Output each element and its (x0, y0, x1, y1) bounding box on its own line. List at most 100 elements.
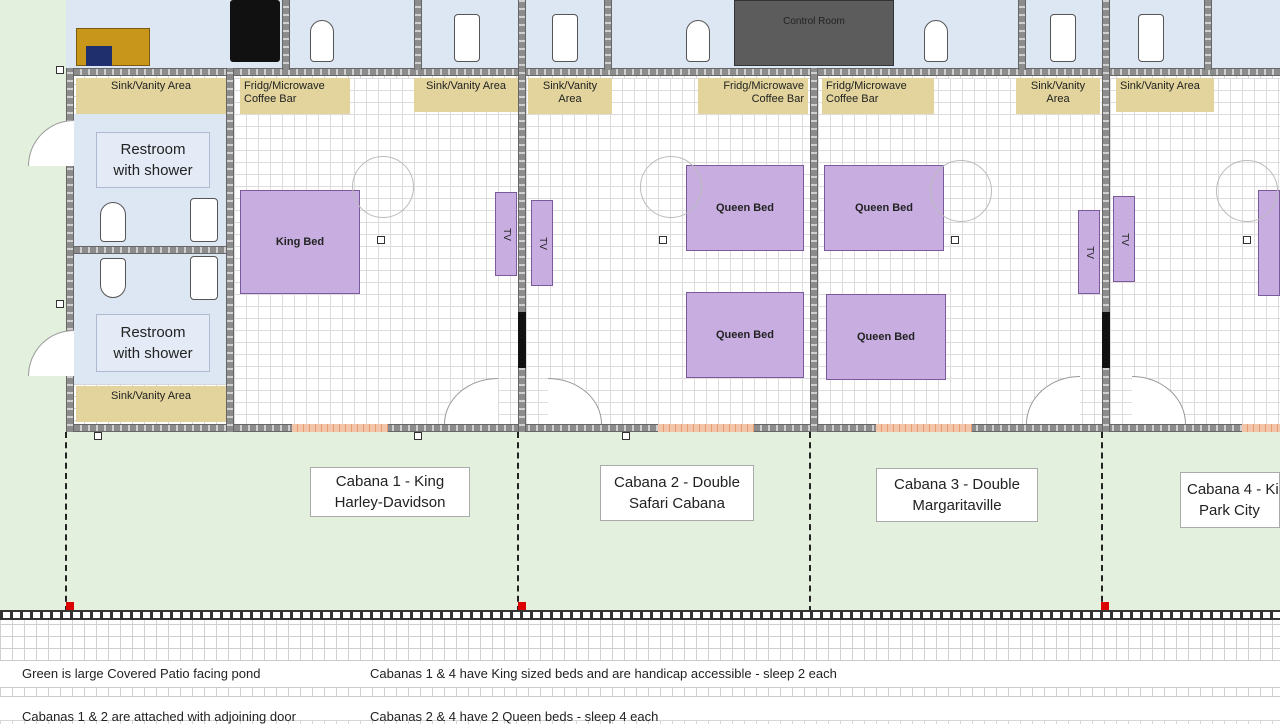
upper-wall-c (604, 0, 612, 70)
sink-vanity-restroom-bottom: Sink/Vanity Area (76, 386, 226, 422)
cabana-2-label: Cabana 2 - Double Safari Cabana (600, 465, 754, 521)
fridge-coffee-bar-3: Fridg/Microwave Coffee Bar (822, 78, 934, 114)
area-label: Area (1046, 93, 1070, 105)
fridge-coffee-bar-1: Fridg/Microwave Coffee Bar (240, 78, 350, 114)
toilet-icon (686, 20, 710, 62)
cabana-name: Cabana 3 - Double (894, 476, 1020, 493)
toilet-icon (100, 258, 126, 298)
queen-bed: Queen Bed (686, 292, 804, 378)
cabana-4-label: Cabana 4 - Kin Park City (1180, 472, 1280, 528)
coffee-label: Coffee Bar (244, 93, 297, 105)
bed-label: Queen Bed (715, 329, 775, 341)
patio-divider (65, 432, 67, 612)
selection-handle[interactable] (56, 66, 64, 74)
shower-icon (454, 14, 480, 62)
upper-wall-a (282, 0, 290, 70)
note-queen: Cabanas 2 & 4 have 2 Queen beds - sleep … (370, 709, 659, 724)
king-bed: King Bed (240, 190, 360, 294)
sink-vanity-3: Sink/Vanity Area (1016, 78, 1100, 114)
queen-bed: Queen Bed (826, 294, 946, 380)
post-marker (1101, 602, 1109, 610)
restroom-subtitle: with shower (113, 345, 193, 362)
adjoining-door-3-4 (1102, 312, 1110, 368)
bed-label: Queen Bed (715, 202, 775, 214)
tv-cabana-2: TV (531, 200, 553, 286)
cabana-name: Cabana 4 - Kin (1187, 481, 1280, 498)
toilet-icon (310, 20, 334, 62)
fridge-label: Fridg/Microwave (723, 80, 804, 92)
restroom-wall (226, 68, 234, 432)
restroom-label-lower: Restroom with shower (96, 314, 210, 372)
ceiling-fan-icon (930, 160, 992, 222)
bed-label: Queen Bed (856, 331, 916, 343)
sink-vanity-label: Sink/Vanity (1030, 80, 1086, 92)
sink-vanity-label: Sink/Vanity Area (1120, 80, 1200, 92)
toilet-icon (924, 20, 948, 62)
cabana-3-label: Cabana 3 - Double Margaritaville (876, 468, 1038, 522)
upper-wall-e (1204, 0, 1212, 70)
cabana-theme: Harley-Davidson (334, 494, 446, 511)
sink-vanity-restroom-top: Sink/Vanity Area (76, 78, 226, 114)
window (292, 424, 388, 432)
note-king: Cabanas 1 & 4 have King sized beds and a… (370, 666, 837, 681)
control-room: Control Room (734, 0, 894, 66)
shower-icon (552, 14, 578, 62)
ceiling-fan-icon (1216, 160, 1278, 222)
shower-icon (1138, 14, 1164, 62)
tv-label: TV (500, 227, 512, 241)
washer-dryer (230, 0, 280, 62)
tv-cabana-3: TV (1078, 210, 1100, 294)
patio-divider (517, 432, 519, 612)
tv-label: TV (1118, 232, 1130, 246)
queen-bed: Queen Bed (686, 165, 804, 251)
coffee-label: Coffee Bar (751, 93, 804, 105)
note-patio: Green is large Covered Patio facing pond (22, 666, 261, 681)
window (1242, 424, 1280, 432)
selection-handle[interactable] (622, 432, 630, 440)
laundry-box (86, 46, 112, 66)
tv-label: TV (536, 236, 548, 250)
cabana-4-room (1110, 78, 1280, 424)
cabana-name: Cabana 1 - King (335, 473, 445, 490)
fridge-label: Fridg/Microwave (826, 80, 907, 92)
fridge-label: Fridg/Microwave (244, 80, 325, 92)
window (658, 424, 754, 432)
outlet-icon (377, 236, 385, 244)
cabana-theme: Margaritaville (912, 497, 1002, 514)
ceiling-fan-icon (352, 156, 414, 218)
queen-bed: Queen Bed (824, 165, 944, 251)
sink-vanity-1: Sink/Vanity Area (414, 78, 518, 112)
sink-vanity-label: Sink/Vanity Area (111, 390, 191, 402)
outlet-icon (1243, 236, 1251, 244)
selection-handle[interactable] (56, 300, 64, 308)
outlet-icon (659, 236, 667, 244)
cabana-name: Cabana 2 - Double (614, 474, 740, 491)
toilet-icon (100, 202, 126, 242)
control-room-label: Control Room (783, 16, 845, 27)
shower-icon (190, 198, 218, 242)
post-marker (66, 602, 74, 610)
post-marker (518, 602, 526, 610)
upper-wall-b (414, 0, 422, 70)
cabana-theme: Park City (1199, 502, 1260, 519)
ceiling-fan-icon (640, 156, 702, 218)
outlet-icon (951, 236, 959, 244)
note-adjoin: Cabanas 1 & 2 are attached with adjoinin… (22, 709, 296, 724)
shower-icon (190, 256, 218, 300)
restroom-title: Restroom (120, 141, 186, 158)
tv-cabana-4: TV (1113, 196, 1135, 282)
bed-label: Queen Bed (854, 202, 914, 214)
restroom-divider-wall (66, 246, 234, 254)
selection-handle[interactable] (94, 432, 102, 440)
sink-vanity-label: Sink/Vanity Area (426, 80, 506, 92)
cabana-theme: Safari Cabana (629, 495, 725, 512)
shower-icon (1050, 14, 1076, 62)
upper-wall-d (1018, 0, 1026, 70)
restroom-title: Restroom (120, 324, 186, 341)
selection-handle[interactable] (414, 432, 422, 440)
window (876, 424, 972, 432)
pond-fence (0, 610, 1280, 620)
sink-vanity-label: Sink/Vanity Area (111, 80, 191, 92)
sink-vanity-2: Sink/Vanity Area (528, 78, 612, 114)
top-wall (66, 68, 1280, 76)
